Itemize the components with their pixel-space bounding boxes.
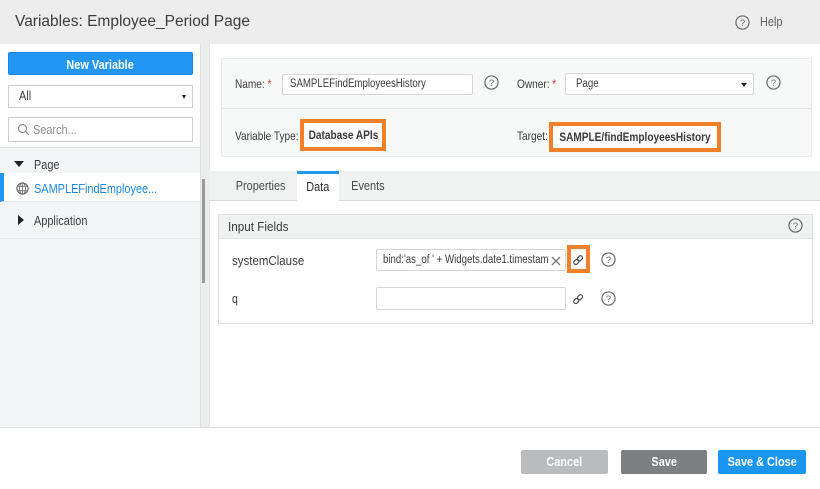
svg-text:?: ? — [606, 294, 611, 304]
svg-text:?: ? — [489, 78, 494, 88]
svg-text:?: ? — [771, 78, 776, 88]
svg-text:?: ? — [606, 255, 611, 265]
svg-text:?: ? — [740, 18, 745, 28]
svg-text:?: ? — [793, 221, 798, 231]
